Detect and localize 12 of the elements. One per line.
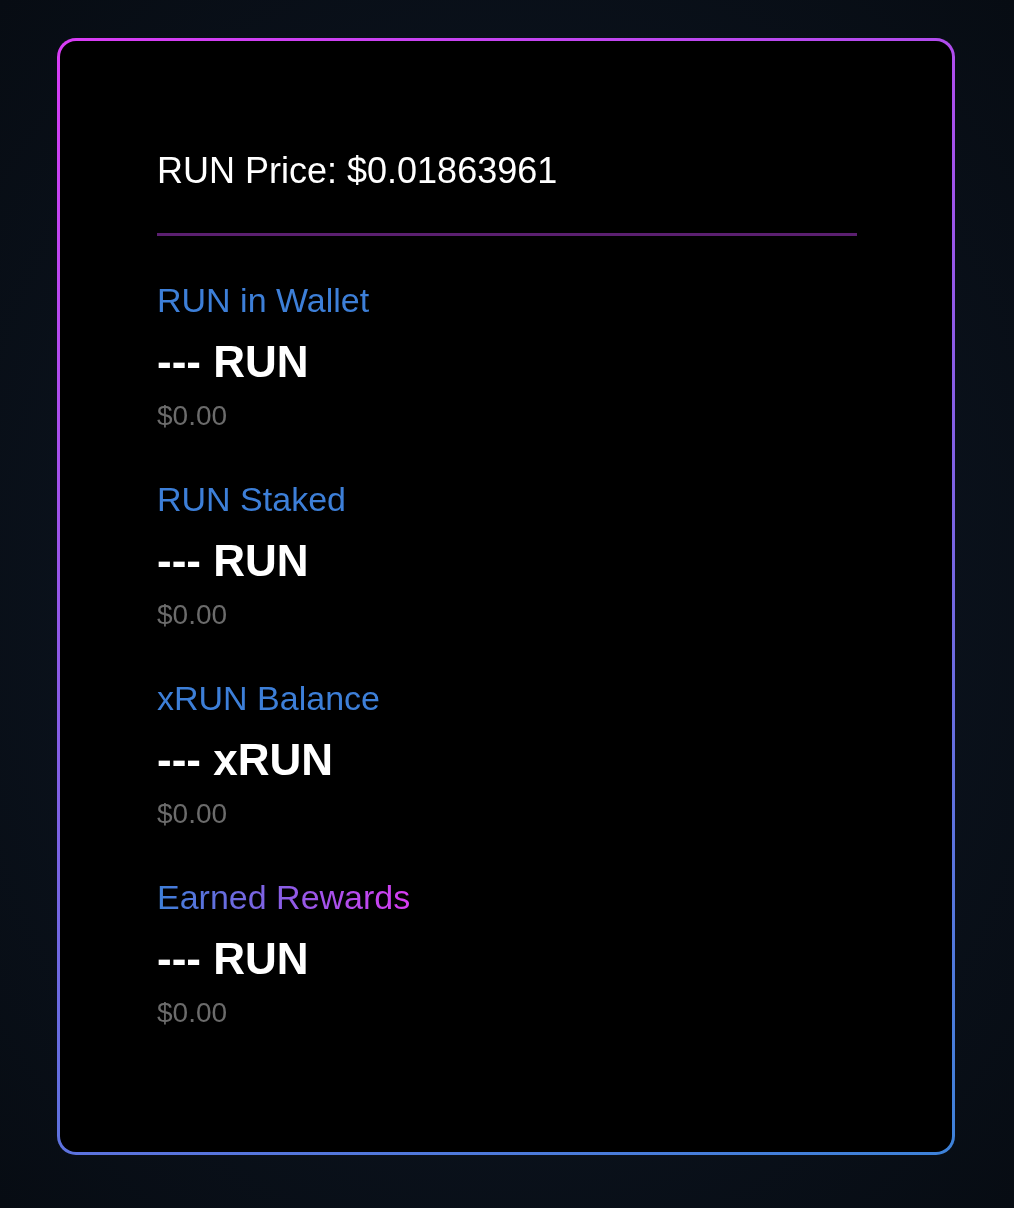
- usd-value: $0.00: [157, 598, 229, 632]
- stat-value: --- RUN: [157, 535, 310, 587]
- stat-label: RUN Staked: [157, 479, 347, 520]
- usd-value: $0.00: [157, 399, 229, 433]
- price-text: RUN Price: $0.01863961: [157, 149, 559, 192]
- stat-label: RUN in Wallet: [157, 280, 371, 321]
- stat-value: --- RUN: [157, 933, 310, 985]
- usd-value: $0.00: [157, 996, 229, 1030]
- stat-value: --- xRUN: [157, 734, 334, 786]
- usd-value: $0.00: [157, 797, 229, 831]
- stat-label: xRUN Balance: [157, 678, 381, 719]
- stat-value: --- RUN: [157, 336, 310, 388]
